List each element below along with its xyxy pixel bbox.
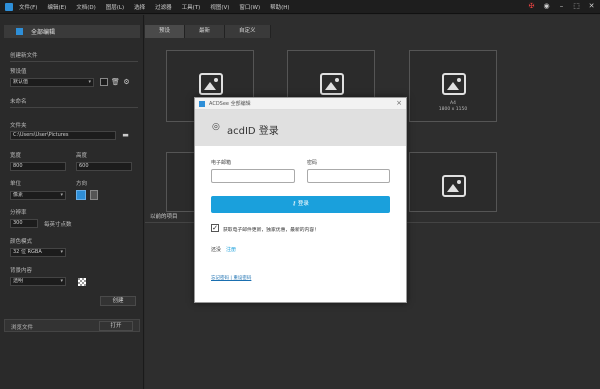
open-button[interactable]: 打开	[99, 321, 133, 331]
background-select[interactable]: 透明 ▾	[10, 277, 66, 286]
background-value: 透明	[13, 278, 24, 284]
folder-label: 文件夹	[10, 123, 27, 129]
edit-mode-icon	[16, 28, 23, 35]
preset-value: 默认值	[13, 79, 29, 85]
preset-select[interactable]: 默认值 ▾	[10, 78, 94, 87]
login-dialog: ACDSee 全部编辑 × ◎ acdID 登录 电子邮箱 密码 ⚷ 登录 ✓ …	[194, 97, 407, 303]
password-field[interactable]	[307, 169, 390, 183]
no-account-text: 还没	[211, 247, 222, 253]
background-label: 背景内容	[10, 268, 33, 274]
password-label: 密码	[307, 160, 318, 166]
image-placeholder-icon	[442, 73, 466, 95]
left-panel: 全部编辑 创建新文件 预设值 默认值 ▾ 🗑 ⚙ 未命名 文件夹 C:\User…	[0, 15, 144, 389]
divider	[10, 61, 138, 62]
file-name-value[interactable]: 未命名	[10, 97, 27, 105]
preset-label: 预设值	[10, 69, 27, 75]
left-panel-header[interactable]: 全部编辑	[4, 25, 140, 38]
orientation-label: 方向	[76, 181, 88, 187]
template-tile[interactable]	[409, 152, 497, 212]
minimize-icon[interactable]: –	[557, 2, 566, 11]
user-icon[interactable]: ◉	[542, 2, 551, 11]
image-placeholder-icon	[199, 73, 223, 95]
menu-filter[interactable]: 过滤器	[155, 3, 172, 11]
width-label: 宽度	[10, 153, 22, 159]
divider	[10, 107, 138, 108]
email-label: 电子邮箱	[211, 160, 232, 166]
template-name: A4	[450, 101, 456, 106]
create-button[interactable]: 创建	[100, 296, 136, 306]
newsletter-checkbox[interactable]: ✓	[211, 224, 219, 232]
resolution-unit: 每英寸点数	[44, 222, 72, 228]
portrait-orientation-icon[interactable]	[90, 190, 98, 200]
app-icon[interactable]	[5, 2, 13, 11]
acdid-logo-icon: ◎	[212, 122, 220, 132]
menu-tools[interactable]: 工具(T)	[182, 3, 201, 11]
folder-field[interactable]: C:\Users\User\Pictures	[10, 131, 116, 140]
template-tile[interactable]: A4 1800 x 1150	[409, 50, 497, 122]
forgot-password-links[interactable]: 忘记密码 | 重设密码	[211, 275, 251, 281]
signin-button[interactable]: ⚷ 登录	[211, 196, 390, 213]
image-placeholder-icon	[442, 175, 466, 197]
unit-value: 像素	[13, 192, 24, 198]
previous-projects-label: 以前的项目	[150, 214, 178, 220]
close-icon[interactable]: ✕	[587, 2, 596, 11]
signin-label: 登录	[297, 201, 309, 207]
menu-file[interactable]: 文件(F)	[19, 3, 37, 11]
dialog-app-icon	[199, 101, 205, 107]
tab-presets[interactable]: 预设	[145, 25, 186, 38]
chevron-down-icon: ▾	[60, 249, 63, 255]
tab-custom[interactable]: 自定义	[225, 25, 271, 38]
left-panel-title: 全部编辑	[31, 29, 56, 36]
color-mode-label: 颜色模式	[10, 239, 33, 245]
color-mode-value: 32 位 RGBA	[13, 249, 42, 255]
menu-window[interactable]: 窗口(W)	[239, 3, 260, 11]
browse-files-row: 浏览文件 打开	[4, 319, 140, 332]
height-field[interactable]: 600	[76, 162, 132, 171]
background-color-swatch[interactable]	[78, 278, 86, 286]
save-preset-icon[interactable]	[100, 78, 108, 86]
tab-recent[interactable]: 最新	[185, 25, 226, 38]
menu-view[interactable]: 视图(V)	[210, 3, 229, 11]
unit-label: 单位	[10, 181, 22, 187]
register-link[interactable]: 注册	[226, 246, 236, 253]
dialog-close-icon[interactable]: ×	[396, 99, 402, 107]
chevron-down-icon: ▾	[60, 192, 63, 198]
menu-edit[interactable]: 编辑(E)	[47, 3, 66, 11]
menu-layer[interactable]: 图层(L)	[106, 3, 124, 11]
resolution-field[interactable]: 300	[10, 219, 38, 228]
width-field[interactable]: 800	[10, 162, 66, 171]
chevron-down-icon: ▾	[88, 79, 91, 85]
maximize-icon[interactable]: ⬚	[572, 2, 581, 11]
browse-files-label: 浏览文件	[11, 325, 34, 331]
unit-select[interactable]: 像素 ▾	[10, 191, 66, 200]
email-field[interactable]	[211, 169, 295, 183]
menu-select[interactable]: 选择	[134, 3, 145, 11]
image-placeholder-icon	[320, 73, 344, 95]
dialog-brand: acdID 登录	[227, 126, 279, 137]
menu-help[interactable]: 帮助(H)	[270, 3, 289, 11]
dialog-titlebar: ACDSee 全部编辑 ×	[195, 98, 406, 110]
menu-document[interactable]: 文档(D)	[76, 3, 96, 11]
height-label: 高度	[76, 153, 88, 159]
resolution-label: 分辨率	[10, 210, 27, 216]
template-size: 1800 x 1150	[438, 107, 468, 112]
dialog-title: ACDSee 全部编辑	[209, 101, 251, 107]
settings-icon[interactable]: ⚙	[123, 79, 130, 86]
chevron-down-icon: ▾	[60, 278, 63, 284]
dialog-header-band: ◎ acdID 登录	[195, 110, 406, 146]
newsletter-label: 获取电子邮件更新，独家优惠，最新的内容！	[223, 228, 319, 233]
tab-bar: 预设 最新 自定义	[145, 25, 600, 38]
landscape-orientation-icon[interactable]	[76, 190, 86, 200]
menubar: 文件(F) 编辑(E) 文档(D) 图层(L) 选择 过滤器 工具(T) 视图(…	[0, 0, 600, 14]
folder-icon[interactable]: ▬	[122, 132, 129, 139]
trash-icon[interactable]: 🗑	[111, 79, 120, 86]
create-new-file-heading: 创建新文件	[10, 53, 38, 59]
color-mode-select[interactable]: 32 位 RGBA ▾	[10, 248, 66, 257]
gift-icon[interactable]: ✠	[527, 2, 536, 11]
